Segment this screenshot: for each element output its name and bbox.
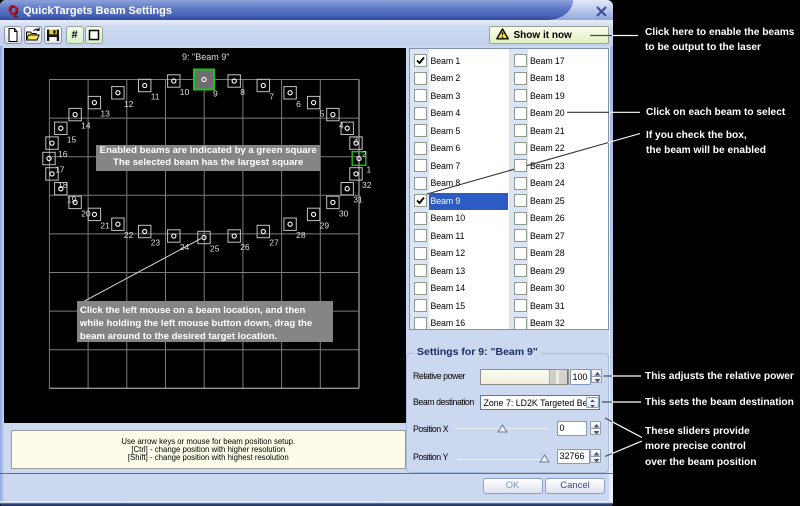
svg-text:27: 27 — [269, 237, 279, 247]
svg-text:28: 28 — [296, 230, 306, 240]
svg-text:11: 11 — [151, 91, 160, 101]
svg-text:26: 26 — [240, 242, 250, 252]
svg-text:4: 4 — [339, 120, 344, 130]
svg-text:8: 8 — [240, 87, 245, 97]
svg-text:29: 29 — [320, 220, 330, 230]
svg-text:6: 6 — [296, 98, 301, 108]
svg-text:20: 20 — [81, 208, 91, 218]
svg-text:25: 25 — [210, 243, 220, 253]
svg-text:10: 10 — [180, 87, 190, 97]
svg-text:7: 7 — [269, 91, 274, 101]
svg-text:13: 13 — [100, 108, 110, 118]
svg-text:15: 15 — [67, 134, 77, 144]
svg-text:2: 2 — [362, 149, 367, 159]
svg-text:9: 9 — [213, 88, 218, 98]
svg-text:30: 30 — [339, 208, 349, 218]
svg-text:5: 5 — [320, 108, 325, 118]
svg-text:12: 12 — [124, 98, 134, 108]
svg-text:22: 22 — [124, 230, 134, 240]
svg-text:3: 3 — [353, 134, 358, 144]
svg-text:21: 21 — [100, 220, 110, 230]
svg-text:16: 16 — [58, 149, 68, 159]
svg-text:1: 1 — [367, 164, 372, 174]
svg-text:31: 31 — [353, 194, 363, 204]
svg-text:24: 24 — [180, 242, 190, 252]
svg-text:14: 14 — [81, 120, 91, 130]
svg-text:32: 32 — [362, 179, 372, 189]
svg-text:23: 23 — [151, 237, 161, 247]
svg-text:17: 17 — [55, 164, 65, 174]
